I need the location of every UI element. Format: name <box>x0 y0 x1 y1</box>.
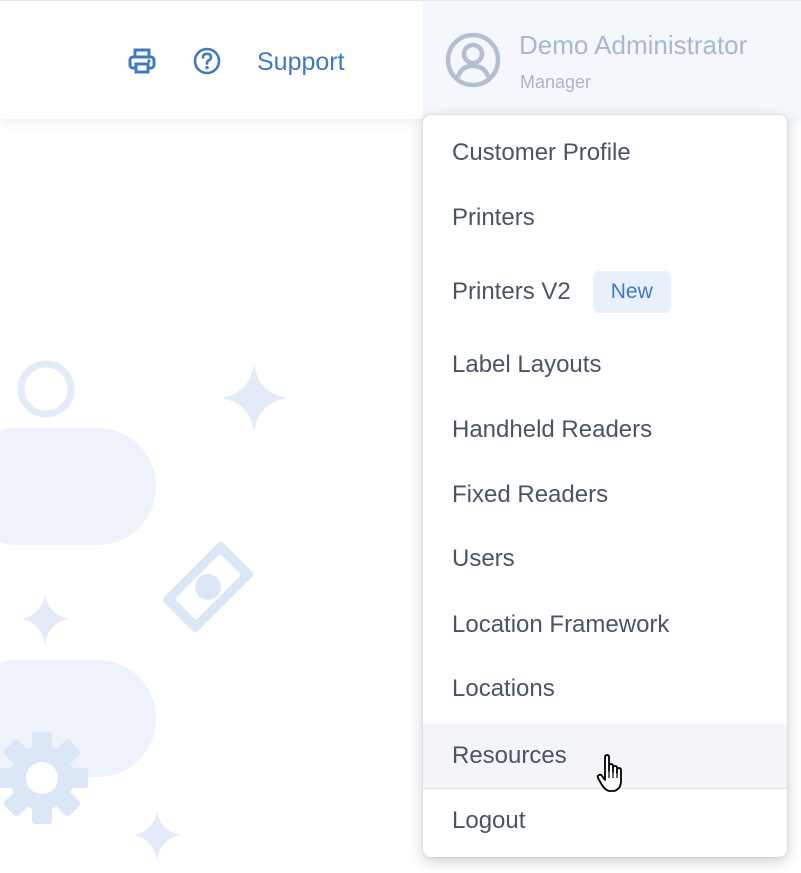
menu-item-customer-profile[interactable]: Customer Profile <box>423 121 787 185</box>
menu-item-printers-v2[interactable]: Printers V2 New <box>423 260 787 324</box>
support-link[interactable]: Support <box>257 47 345 77</box>
menu-item-label: Printers V2 <box>452 278 571 305</box>
user-dropdown-menu: Customer Profile Printers Printers V2 Ne… <box>423 115 787 857</box>
menu-item-label: Printers <box>452 204 535 231</box>
help-button[interactable] <box>191 45 223 77</box>
decor-pill-top <box>0 428 156 545</box>
menu-item-locations[interactable]: Locations <box>423 657 787 721</box>
user-circle-icon <box>445 32 501 88</box>
menu-item-printers[interactable]: Printers <box>423 186 787 250</box>
menu-item-label: Fixed Readers <box>452 481 609 508</box>
decor-ticket <box>162 541 254 633</box>
menu-item-handheld-readers[interactable]: Handheld Readers <box>423 398 787 462</box>
print-button[interactable] <box>126 45 158 77</box>
decor-gear <box>0 732 88 824</box>
user-menu-trigger[interactable]: Demo Administrator Manager <box>423 1 801 119</box>
menu-item-label: Customer Profile <box>452 139 631 166</box>
menu-item-fixed-readers[interactable]: Fixed Readers <box>423 463 787 527</box>
menu-item-label: Users <box>452 545 515 572</box>
hand-pointer-cursor-icon <box>596 754 622 792</box>
new-badge: New <box>592 271 671 313</box>
menu-item-label: Location Framework <box>452 611 670 638</box>
decor-ring <box>17 360 75 418</box>
menu-item-label: Resources <box>452 742 567 769</box>
menu-item-label-layouts[interactable]: Label Layouts <box>423 333 787 397</box>
page: Support Demo Administrator Manager Custo… <box>0 0 801 873</box>
menu-item-label: Label Layouts <box>452 351 602 378</box>
printer-icon <box>128 48 156 74</box>
menu-item-location-framework[interactable]: Location Framework <box>423 593 787 657</box>
menu-item-logout[interactable]: Logout <box>423 789 787 853</box>
menu-item-label: Locations <box>452 675 555 702</box>
menu-item-label: Handheld Readers <box>452 416 653 443</box>
user-role: Manager <box>520 72 592 92</box>
decor-sparkle-large <box>222 364 286 432</box>
top-header: Support Demo Administrator Manager <box>0 0 801 119</box>
menu-item-label: Logout <box>452 807 526 834</box>
question-circle-icon <box>193 47 221 75</box>
decor-sparkle-mid <box>22 594 68 644</box>
user-name: Demo Administrator <box>519 30 748 60</box>
menu-item-users[interactable]: Users <box>423 527 787 591</box>
decor-sparkle-small <box>134 811 180 860</box>
